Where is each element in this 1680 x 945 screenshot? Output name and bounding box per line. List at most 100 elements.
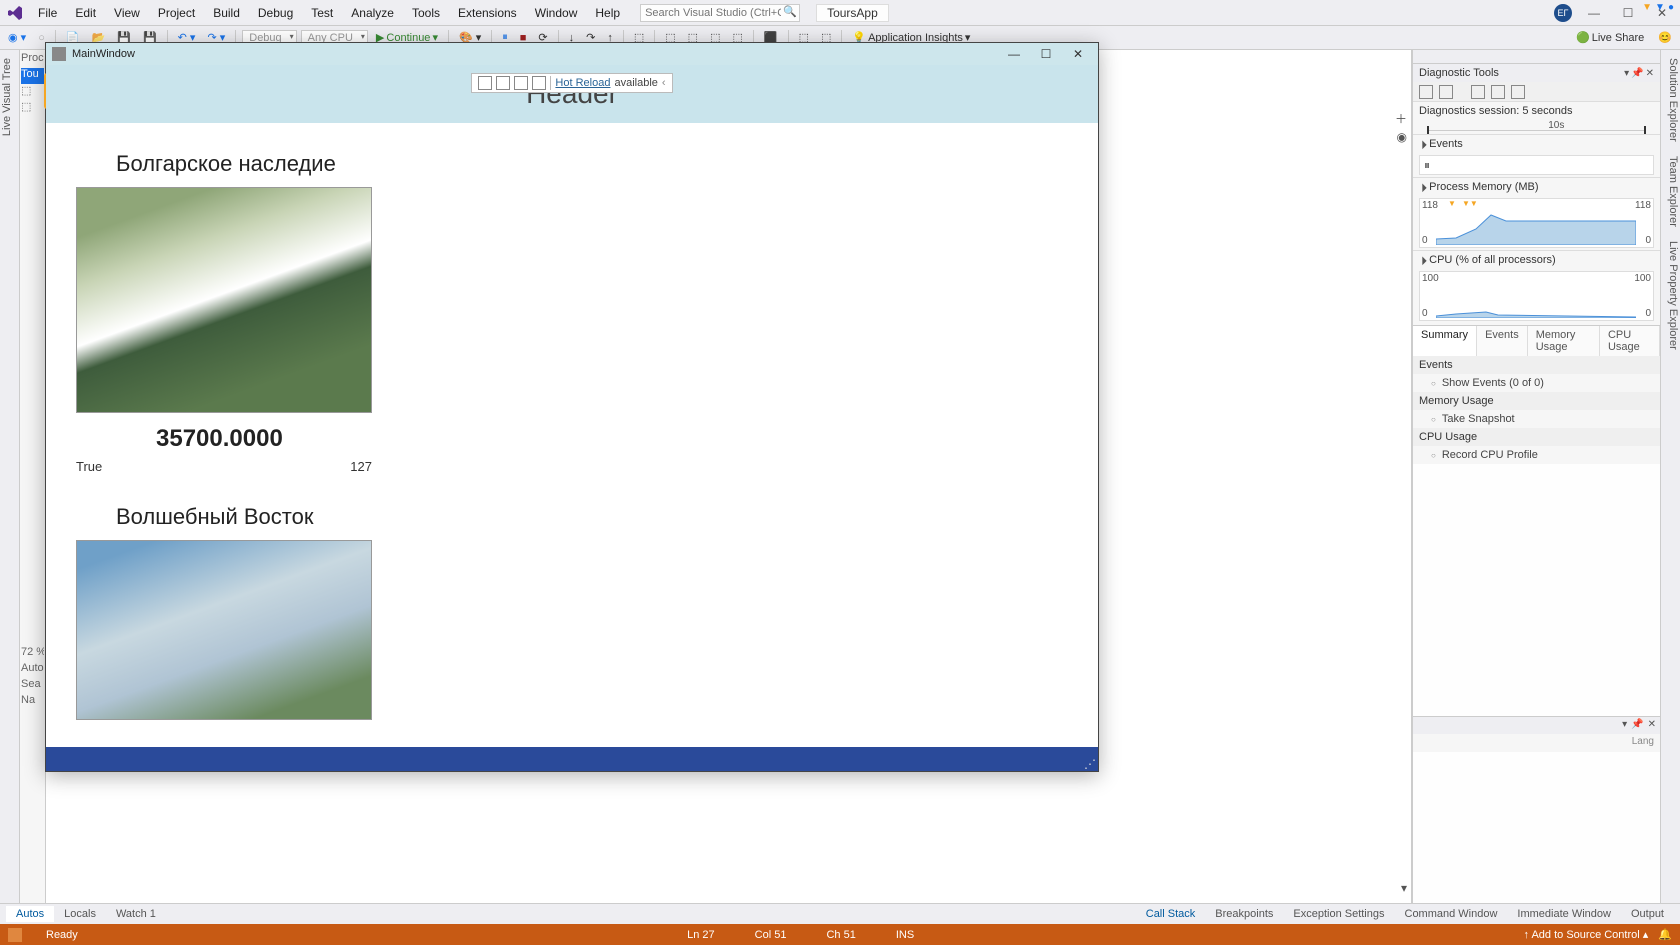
lower-dropdown-icon[interactable]: ▾ <box>1622 719 1627 732</box>
app-minimize-icon[interactable]: — <box>1000 45 1028 63</box>
feedback-icon[interactable]: 😊 <box>1654 29 1676 46</box>
status-ready: Ready <box>46 929 78 941</box>
menu-analyze[interactable]: Analyze <box>343 4 402 22</box>
leftpanel-icon-a[interactable]: ⬚ <box>21 84 44 100</box>
app-titlebar[interactable]: MainWindow — ☐ ✕ <box>46 43 1098 65</box>
menu-build[interactable]: Build <box>205 4 248 22</box>
snapshot-marker-icon: ▼ <box>1655 2 1665 13</box>
tour1-count: 127 <box>350 459 372 474</box>
cpu-section-header[interactable]: CPU (% of all processors) <box>1413 250 1660 269</box>
leftpanel-search[interactable]: Sea <box>21 678 44 694</box>
events-section-header[interactable]: Events <box>1413 134 1660 153</box>
events-chart: ⏸ <box>1419 155 1654 175</box>
menu-file[interactable]: File <box>30 4 65 22</box>
liveshare-label: Live Share <box>1592 32 1645 44</box>
leftpanel-autos: Autos <box>21 662 44 678</box>
lang-indicator: Lang <box>1413 734 1660 752</box>
scroll-down-icon[interactable]: ▾ <box>1401 881 1407 895</box>
lower-pin-icon[interactable]: 📌 <box>1631 719 1643 732</box>
events-pause-icon[interactable]: ⏸ <box>1424 158 1430 173</box>
hotreload-text: available <box>614 77 657 89</box>
lower-panel-controls: ▾ 📌 ✕ <box>1413 716 1660 734</box>
hotreload-link[interactable]: Hot Reload <box>555 77 610 89</box>
private-bytes-marker-icon: ● <box>1668 2 1674 13</box>
status-ln: Ln 27 <box>687 929 715 941</box>
take-snapshot-link[interactable]: Take Snapshot <box>1413 410 1660 428</box>
tab-events[interactable]: Events <box>1477 326 1528 356</box>
tab-summary[interactable]: Summary <box>1413 326 1477 356</box>
lower-close-icon[interactable]: ✕ <box>1648 719 1656 732</box>
tour1-flag: True <box>76 459 102 474</box>
menu-items: File Edit View Project Build Debug Test … <box>30 4 628 22</box>
menu-edit[interactable]: Edit <box>67 4 104 22</box>
search-box[interactable]: 🔍 <box>640 3 800 22</box>
designer-sub-icon[interactable]: ◉ <box>1397 130 1407 144</box>
panel-pin-icon[interactable]: 📌 <box>1631 68 1643 79</box>
btab-exception[interactable]: Exception Settings <box>1283 906 1394 922</box>
menu-test[interactable]: Test <box>303 4 341 22</box>
app-maximize-icon[interactable]: ☐ <box>1032 45 1060 63</box>
hot-icon-4[interactable] <box>532 76 546 90</box>
memory-section-header[interactable]: Process Memory (MB) ▼ ▼ ● <box>1413 177 1660 196</box>
minimize-icon[interactable]: — <box>1582 5 1606 21</box>
tab-memory[interactable]: Memory Usage <box>1528 326 1600 356</box>
status-source-control[interactable]: ↑ Add to Source Control ▴ <box>1524 928 1649 941</box>
right-tab-live-property[interactable]: Live Property Explorer <box>1662 241 1679 350</box>
app-header: Hot Reload available ‹ Header <box>46 65 1098 123</box>
app-body[interactable]: Болгарское наследие 35700.0000 True 127 … <box>46 123 1098 747</box>
menu-window[interactable]: Window <box>527 4 586 22</box>
btab-locals[interactable]: Locals <box>54 906 106 922</box>
hot-icon-3[interactable] <box>514 76 528 90</box>
left-panel-fragment: Process: Tou ⬚ ⬚ 72 % Autos Sea Na <box>20 50 46 903</box>
diag-zoomin-icon[interactable] <box>1471 85 1485 99</box>
nav-back-icon[interactable]: ◉ ▾ <box>4 29 30 46</box>
btab-callstack[interactable]: Call Stack <box>1136 906 1206 922</box>
search-input[interactable] <box>640 4 800 22</box>
avatar[interactable]: ЕГ <box>1554 4 1572 22</box>
status-icon <box>8 928 22 942</box>
tab-cpu[interactable]: CPU Usage <box>1600 326 1660 356</box>
resize-grip-icon[interactable]: ⋰ <box>1084 757 1096 769</box>
panel-close-icon[interactable]: ✕ <box>1646 68 1654 79</box>
menu-project[interactable]: Project <box>150 4 203 22</box>
leftpanel-icon-b[interactable]: ⬚ <box>21 100 44 116</box>
right-tab-team-explorer[interactable]: Team Explorer <box>1662 156 1679 227</box>
menu-help[interactable]: Help <box>587 4 628 22</box>
btab-breakpoints[interactable]: Breakpoints <box>1205 906 1283 922</box>
diag-zoomout-icon[interactable] <box>1491 85 1505 99</box>
gc-marker-icon: ▼ <box>1642 2 1652 13</box>
maximize-icon[interactable]: ☐ <box>1616 5 1640 21</box>
diagnostic-tools-panel: Diagnostic Tools ▾ 📌 ✕ Diagnostics sessi… <box>1412 50 1660 903</box>
panel-dropdown-icon[interactable]: ▾ <box>1624 68 1629 79</box>
menu-view[interactable]: View <box>106 4 148 22</box>
menu-debug[interactable]: Debug <box>250 4 301 22</box>
status-notifications-icon[interactable]: 🔔 <box>1658 928 1672 941</box>
diag-reset-icon[interactable] <box>1511 85 1525 99</box>
mem-low-l: 0 <box>1422 235 1428 246</box>
btab-immediate[interactable]: Immediate Window <box>1507 906 1621 922</box>
liveshare-button[interactable]: 🟢 Live Share <box>1572 29 1648 46</box>
btab-autos[interactable]: Autos <box>6 906 54 922</box>
diag-tabs: Summary Events Memory Usage CPU Usage <box>1413 325 1660 356</box>
menu-tools[interactable]: Tools <box>404 4 448 22</box>
leftpanel-row2[interactable]: Tou <box>21 68 44 84</box>
tour2-title: Волшебный Восток <box>116 504 1088 530</box>
app-close-icon[interactable]: ✕ <box>1064 45 1092 63</box>
record-cpu-link[interactable]: Record CPU Profile <box>1413 446 1660 464</box>
menu-extensions[interactable]: Extensions <box>450 4 525 22</box>
memory-minichart <box>1436 209 1636 245</box>
tour-card-2: Волшебный Восток <box>56 504 1088 720</box>
right-tab-solution-explorer[interactable]: Solution Explorer <box>1662 58 1679 142</box>
btab-output[interactable]: Output <box>1621 906 1674 922</box>
hot-icon-2[interactable] <box>496 76 510 90</box>
left-tab-live-visual-tree[interactable]: Live Visual Tree <box>1 58 18 136</box>
hot-collapse-icon[interactable]: ‹ <box>662 77 666 89</box>
diag-settings-icon[interactable] <box>1419 85 1433 99</box>
btab-watch1[interactable]: Watch 1 <box>106 906 166 922</box>
show-events-link[interactable]: Show Events (0 of 0) <box>1413 374 1660 392</box>
search-icon[interactable]: 🔍 <box>783 5 797 18</box>
diag-select-tools-icon[interactable] <box>1439 85 1453 99</box>
btab-command[interactable]: Command Window <box>1395 906 1508 922</box>
hot-icon-1[interactable] <box>478 76 492 90</box>
designer-add-icon[interactable]: ＋ <box>1395 110 1407 127</box>
